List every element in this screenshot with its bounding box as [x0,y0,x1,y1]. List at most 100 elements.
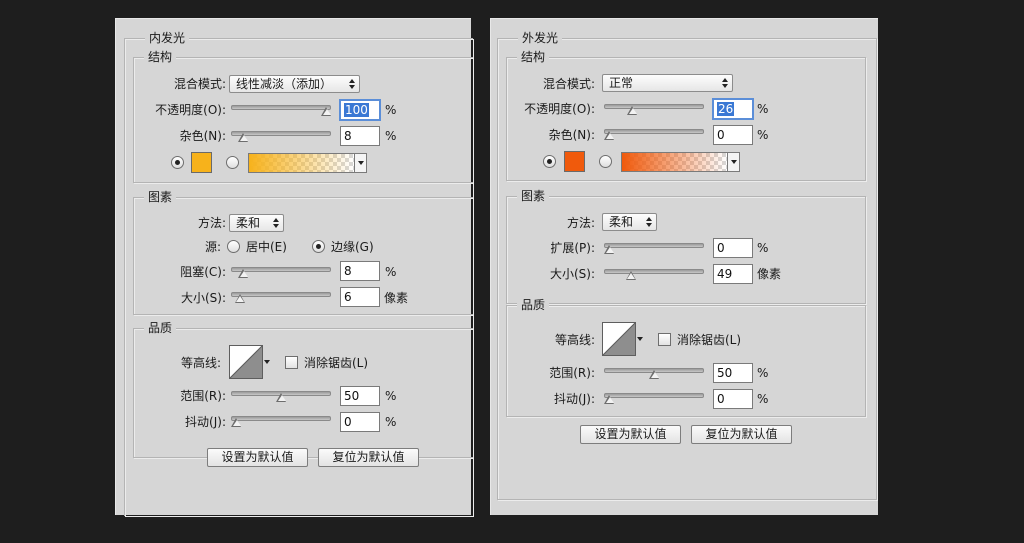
chevron-down-icon[interactable] [263,345,271,379]
slider-thumb-icon[interactable] [238,133,249,142]
slider-thumb-icon[interactable] [627,106,638,115]
outer-size-slider[interactable] [604,266,704,280]
inner-blend-mode-label: 混合模式: [173,77,226,91]
inner-contour-label: 等高线: [180,356,221,370]
slider-thumb-icon[interactable] [604,131,615,140]
outer-size-input[interactable]: 49 [713,264,753,284]
inner-choke-unit: % [385,265,397,279]
inner-reset-default-button[interactable]: 复位为默认值 [318,448,419,467]
outer-glow-color-swatch[interactable] [564,151,585,172]
outer-anti-alias-checkbox[interactable] [658,333,671,346]
inner-source-edge-label: 边缘(G) [331,240,374,254]
outer-elements-title: 图素 [517,189,550,203]
inner-jitter-unit: % [385,415,397,429]
slider-thumb-icon[interactable] [231,418,242,427]
inner-noise-slider[interactable] [231,128,331,142]
outer-jitter-slider[interactable] [604,390,704,404]
updown-arrows-icon [349,78,355,90]
outer-opacity-input[interactable]: 26 [712,98,754,120]
slider-thumb-icon[interactable] [238,269,249,278]
inner-glow-color-swatch[interactable] [191,152,212,173]
inner-range-input[interactable]: 50 [340,386,380,406]
outer-range-input[interactable]: 50 [713,363,753,383]
inner-set-default-button[interactable]: 设置为默认值 [207,448,308,467]
inner-jitter-input[interactable]: 0 [340,412,380,432]
inner-size-unit: 像素 [384,291,409,305]
inner-size-slider[interactable] [231,289,331,303]
outer-range-unit: % [757,366,769,380]
inner-glow-title: 内发光 [145,31,190,45]
inner-range-slider[interactable] [231,388,331,402]
outer-opacity-slider[interactable] [604,101,704,115]
inner-opacity-slider[interactable] [231,102,331,116]
inner-contour-preview[interactable] [229,345,263,379]
slider-thumb-icon[interactable] [604,245,615,254]
outer-anti-alias-label: 消除锯齿(L) [677,333,742,347]
inner-jitter-slider[interactable] [231,413,331,427]
inner-elements-title: 图素 [144,190,177,204]
inner-method-select[interactable]: 柔和 [229,214,284,232]
outer-contour-preview[interactable] [602,322,636,356]
outer-solid-color-radio[interactable] [543,155,556,168]
outer-spread-label: 扩展(P): [550,241,595,255]
outer-spread-slider[interactable] [604,240,704,254]
outer-gradient-preview[interactable] [621,152,728,172]
slider-thumb-icon[interactable] [604,395,615,404]
outer-jitter-input[interactable]: 0 [713,389,753,409]
inner-blend-mode-value: 线性减淡（添加） [236,77,333,91]
outer-size-label: 大小(S): [549,267,595,281]
outer-spread-input[interactable]: 0 [713,238,753,258]
inner-opacity-input[interactable]: 100 [339,99,381,121]
chevron-down-icon[interactable] [354,153,367,173]
inner-range-label: 范围(R): [180,389,226,403]
inner-range-unit: % [385,389,397,403]
slider-thumb-icon[interactable] [234,294,246,303]
chevron-down-icon[interactable] [636,322,644,356]
outer-spread-unit: % [757,241,769,255]
slider-thumb-icon[interactable] [649,370,660,379]
inner-blend-mode-select[interactable]: 线性减淡（添加） [229,75,360,93]
outer-set-default-button[interactable]: 设置为默认值 [580,425,681,444]
inner-source-center-label: 居中(E) [246,240,287,254]
outer-noise-slider[interactable] [604,126,704,140]
outer-blend-mode-select[interactable]: 正常 [602,74,733,92]
inner-anti-alias-checkbox[interactable] [285,356,298,369]
outer-size-unit: 像素 [757,267,782,281]
slider-track [604,393,704,398]
inner-quality-title: 品质 [144,321,177,335]
contour-linear-icon [602,322,636,356]
inner-noise-label: 杂色(N): [179,129,226,143]
inner-source-edge-radio[interactable] [312,240,325,253]
outer-blend-mode-value: 正常 [609,76,634,90]
outer-method-select[interactable]: 柔和 [602,213,657,231]
inner-source-center-radio[interactable] [227,240,240,253]
slider-track [604,104,704,109]
inner-choke-input[interactable]: 8 [340,261,380,281]
updown-arrows-icon [273,217,279,229]
inner-size-input[interactable]: 6 [340,287,380,307]
slider-track [231,416,331,421]
slider-track [231,105,331,110]
outer-reset-default-button[interactable]: 复位为默认值 [691,425,792,444]
inner-choke-slider[interactable] [231,264,331,278]
outer-glow-panel: 外发光 结构 混合模式: 正常 不透明度(O): 26 % 杂色(N): 0 %… [490,18,878,515]
slider-thumb-icon[interactable] [276,393,287,402]
slider-thumb-icon[interactable] [321,107,332,116]
slider-track [604,129,704,134]
outer-range-slider[interactable] [604,365,704,379]
inner-gradient-preview[interactable] [248,153,355,173]
outer-noise-label: 杂色(N): [548,128,595,142]
inner-noise-unit: % [385,129,397,143]
outer-noise-input[interactable]: 0 [713,125,753,145]
inner-noise-input[interactable]: 8 [340,126,380,146]
outer-gradient-radio[interactable] [599,155,612,168]
slider-thumb-icon[interactable] [625,271,637,280]
outer-contour-label: 等高线: [554,333,595,347]
inner-method-label: 方法: [197,216,226,230]
inner-source-label: 源: [204,240,221,254]
inner-solid-color-radio[interactable] [171,156,184,169]
chevron-down-icon[interactable] [727,152,740,172]
inner-structure-title: 结构 [144,50,177,64]
inner-gradient-radio[interactable] [226,156,239,169]
outer-method-label: 方法: [566,216,595,230]
